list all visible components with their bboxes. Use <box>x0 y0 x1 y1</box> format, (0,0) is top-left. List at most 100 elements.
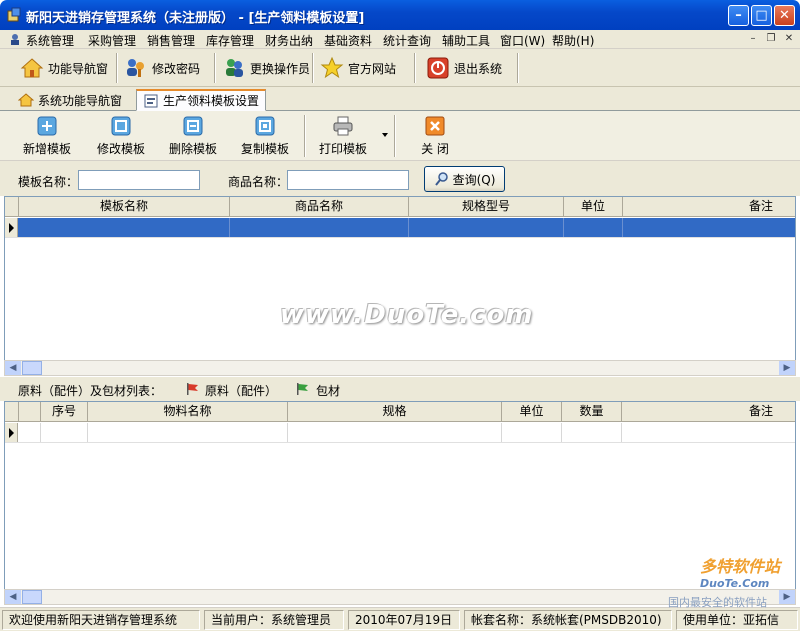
add-icon <box>37 116 57 136</box>
row-indicator <box>5 423 18 442</box>
print-template-button[interactable]: 打印模板 <box>308 115 378 159</box>
status-date: 2010年07月19日 <box>348 610 460 630</box>
scroll-left-arrow-icon[interactable]: ◀ <box>5 590 21 604</box>
menu-finance[interactable]: 财务出纳 <box>265 32 313 49</box>
scroll-thumb[interactable] <box>22 361 42 375</box>
menu-window[interactable]: 窗口(W) <box>500 32 545 49</box>
nav-window-button[interactable]: 功能导航窗 <box>20 53 108 83</box>
menu-system[interactable]: 系统管理 <box>26 32 74 49</box>
mdi-close-button[interactable]: ✕ <box>782 32 796 46</box>
scroll-left-arrow-icon[interactable]: ◀ <box>5 361 21 375</box>
cell-unit[interactable] <box>564 218 623 237</box>
status-unit: 使用单位：亚拓信 <box>676 610 798 630</box>
query-button[interactable]: 查询(Q) <box>424 166 505 192</box>
add-template-button[interactable]: 新增模板 <box>12 115 82 159</box>
home-icon <box>20 58 44 78</box>
search-icon <box>434 172 448 186</box>
col-quantity[interactable]: 数量 <box>562 402 622 422</box>
menu-inventory[interactable]: 库存管理 <box>206 32 254 49</box>
maximize-button[interactable]: □ <box>751 5 772 26</box>
duote-slogan-watermark: 国内最安全的软件站 <box>668 596 767 609</box>
home-icon <box>18 93 34 107</box>
close-window-button[interactable]: ✕ <box>774 5 795 26</box>
col-unit[interactable]: 单位 <box>502 402 562 422</box>
col-remark[interactable]: 备注 <box>623 197 795 217</box>
print-dropdown-arrow-icon[interactable] <box>382 133 388 137</box>
change-password-button[interactable]: 修改密码 <box>124 53 200 83</box>
cell-remark[interactable] <box>622 423 795 442</box>
tab-production-template-label: 生产领料模板设置 <box>163 94 260 108</box>
col-check <box>19 402 41 422</box>
cell-material-name[interactable] <box>88 423 288 442</box>
duote-brand-watermark: 多特软件站 <box>700 557 781 576</box>
toolbar-divider <box>116 53 118 83</box>
menu-sales[interactable]: 销售管理 <box>147 32 195 49</box>
menu-help[interactable]: 帮助(H) <box>552 32 594 49</box>
toolbar-divider <box>414 53 416 83</box>
col-spec[interactable]: 规格 <box>288 402 502 422</box>
menu-tools[interactable]: 辅助工具 <box>442 32 490 49</box>
close-form-button[interactable]: 关 闭 <box>400 115 470 159</box>
mdi-restore-button[interactable]: ❐ <box>764 32 778 46</box>
mdi-minimize-button[interactable]: – <box>746 32 760 46</box>
delete-icon <box>183 116 203 136</box>
add-template-label: 新增模板 <box>22 142 71 156</box>
template-grid-hscrollbar[interactable]: ◀ ▶ <box>4 360 796 376</box>
scroll-right-arrow-icon[interactable]: ▶ <box>779 590 795 604</box>
copy-icon <box>255 116 275 136</box>
menu-app-icon <box>11 34 19 45</box>
material-grid: 序号 物料名称 规格 单位 数量 备注 <box>4 401 796 590</box>
cell-template-name[interactable] <box>19 218 230 237</box>
tab-nav-window[interactable]: 系统功能导航窗 <box>12 89 128 111</box>
product-name-label: 商品名称： <box>228 175 289 189</box>
col-unit[interactable]: 单位 <box>564 197 623 217</box>
app-icon <box>7 7 21 22</box>
cell-remark[interactable] <box>623 218 795 237</box>
toolbar-divider <box>517 53 519 83</box>
row-indicator-header <box>5 197 19 217</box>
col-template-name[interactable]: 模板名称 <box>19 197 230 217</box>
users-key-icon <box>127 59 144 77</box>
cell-seq[interactable] <box>41 423 88 442</box>
packaging-legend-label: 包材 <box>316 384 341 398</box>
menu-purchase[interactable]: 采购管理 <box>88 32 136 49</box>
edit-template-button[interactable]: 修改模板 <box>86 115 156 159</box>
delete-template-button[interactable]: 删除模板 <box>158 115 228 159</box>
cell-quantity[interactable] <box>562 423 622 442</box>
table-row[interactable] <box>5 423 795 443</box>
red-flag-icon <box>187 383 198 395</box>
scroll-right-arrow-icon[interactable]: ▶ <box>779 361 795 375</box>
col-product-name[interactable]: 商品名称 <box>230 197 409 217</box>
template-name-input[interactable] <box>78 170 200 190</box>
cell-unit[interactable] <box>502 423 562 442</box>
minimize-button[interactable]: – <box>728 5 749 26</box>
template-grid-header: 模板名称 商品名称 规格型号 单位 备注 <box>5 197 795 217</box>
col-remark[interactable]: 备注 <box>622 402 795 422</box>
switch-operator-button[interactable]: 更换操作员 <box>222 53 310 83</box>
delete-template-label: 删除模板 <box>168 142 217 156</box>
print-template-label: 打印模板 <box>318 142 367 156</box>
col-seq[interactable]: 序号 <box>41 402 88 422</box>
col-spec-model[interactable]: 规格型号 <box>409 197 564 217</box>
exit-system-button[interactable]: 退出系统 <box>426 53 502 83</box>
row-indicator <box>5 218 18 237</box>
menu-statistics[interactable]: 统计查询 <box>383 32 431 49</box>
menu-bar: 系统管理 采购管理 销售管理 库存管理 财务出纳 基础资料 统计查询 辅助工具 … <box>0 30 800 49</box>
menu-basic-data[interactable]: 基础资料 <box>324 32 372 49</box>
status-bar: 欢迎使用新阳天进销存管理系统 当前用户：系统管理员 2010年07月19日 帐套… <box>0 607 800 631</box>
switch-operator-label: 更换操作员 <box>250 61 311 76</box>
cell-spec[interactable] <box>288 423 502 442</box>
official-website-button[interactable]: 官方网站 <box>320 53 396 83</box>
cell-check[interactable] <box>19 423 41 442</box>
tab-production-template[interactable]: 生产领料模板设置 <box>136 89 267 111</box>
edit-icon <box>111 116 131 136</box>
product-name-input[interactable] <box>287 170 409 190</box>
search-bar: 模板名称： 商品名称： 查询(Q) <box>0 161 800 196</box>
copy-template-button[interactable]: 复制模板 <box>230 115 300 159</box>
cell-product-name[interactable] <box>230 218 409 237</box>
col-material-name[interactable]: 物料名称 <box>88 402 288 422</box>
table-row[interactable] <box>5 218 795 238</box>
cell-spec-model[interactable] <box>409 218 564 237</box>
scroll-thumb[interactable] <box>22 590 42 604</box>
query-button-label: 查询(Q) <box>452 172 496 187</box>
